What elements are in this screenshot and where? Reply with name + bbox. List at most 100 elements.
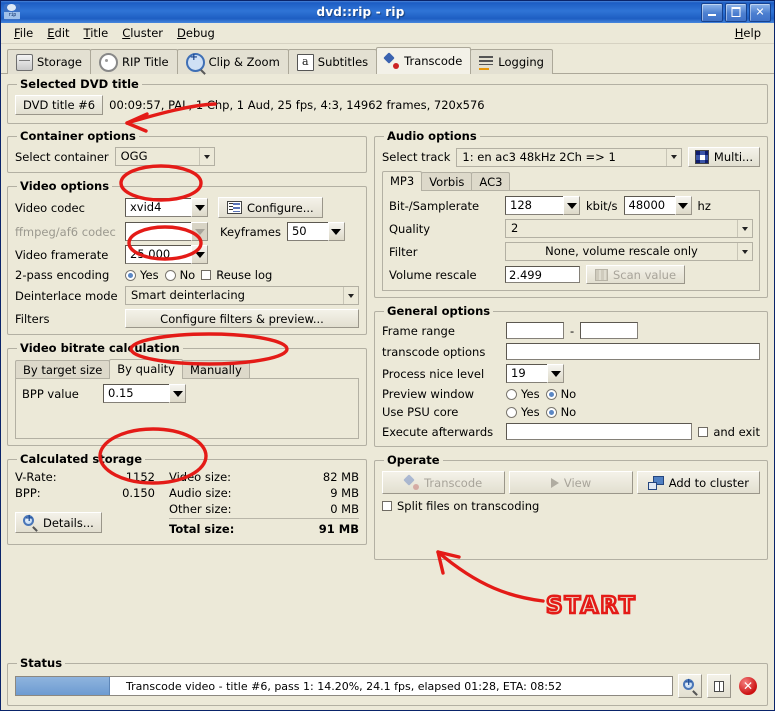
audio-filter-select[interactable]: None, volume rescale only <box>505 242 753 261</box>
radio-icon <box>545 406 557 418</box>
frame-range-separator: - <box>570 323 575 338</box>
configure-filters-button[interactable]: Configure filters & preview... <box>125 309 359 328</box>
tab-mp3[interactable]: MP3 <box>382 171 423 191</box>
transcode-button[interactable]: Transcode <box>382 471 506 494</box>
frame-range-from-input[interactable] <box>506 322 564 339</box>
audio-track-select[interactable]: 1: en ac3 48kHz 2Ch => 1 <box>456 147 682 167</box>
status-pause-button[interactable] <box>707 674 731 698</box>
and-exit-checkbox[interactable]: and exit <box>698 425 760 439</box>
menu-cluster[interactable]: Cluster <box>115 24 170 42</box>
container-select[interactable]: OGG <box>114 147 215 166</box>
tab-storage-label: Storage <box>37 55 82 69</box>
configure-codec-button[interactable]: Configure... <box>218 197 323 218</box>
transcode-icon <box>385 54 400 69</box>
transcode-options-input[interactable] <box>506 343 760 360</box>
play-icon <box>550 477 559 488</box>
menu-help[interactable]: Help <box>728 24 768 42</box>
nice-level-value: 19 <box>506 364 547 383</box>
chevron-down-icon <box>191 245 208 264</box>
chevron-down-icon <box>191 222 208 241</box>
execute-afterwards-input[interactable] <box>506 423 693 440</box>
menu-debug[interactable]: Debug <box>170 24 222 42</box>
menu-edit-rest: dit <box>54 26 70 40</box>
menu-edit[interactable]: Edit <box>40 24 76 42</box>
tab-by-target-size[interactable]: By target size <box>15 360 111 379</box>
tab-storage[interactable]: Storage <box>7 49 91 74</box>
logging-icon <box>479 55 494 70</box>
two-pass-no-radio[interactable]: No <box>164 268 195 282</box>
audio-filter-label: Filter <box>389 244 418 259</box>
general-options-legend: General options <box>387 304 491 318</box>
subtitles-icon: a <box>296 53 314 71</box>
video-bitrate-legend: Video bitrate calculation <box>20 341 180 355</box>
tab-logging[interactable]: Logging <box>470 49 553 74</box>
hz-label: hz <box>697 198 711 213</box>
add-to-cluster-button[interactable]: Add to cluster <box>636 471 760 494</box>
tab-transcode[interactable]: Transcode <box>376 47 472 74</box>
clip-zoom-icon <box>185 52 205 72</box>
calculated-storage-group: Calculated storage V-Rate: 1152 BPP: 0.1… <box>7 452 367 545</box>
video-codec-select[interactable]: xvid4 <box>125 198 208 217</box>
configure-icon <box>227 201 242 214</box>
audio-samplerate-select[interactable]: 48000 <box>623 196 692 215</box>
status-cancel-button[interactable]: ✕ <box>736 674 760 698</box>
volume-rescale-label: Volume rescale <box>389 267 477 282</box>
menu-file[interactable]: File <box>7 24 40 42</box>
preview-window-yes-radio[interactable]: Yes <box>506 387 540 401</box>
details-button[interactable]: + Details... <box>15 512 102 533</box>
status-zoom-button[interactable]: + <box>678 674 702 698</box>
title-bar: rip dvd::rip - rip <box>1 1 774 23</box>
tab-vorbis[interactable]: Vorbis <box>421 172 473 191</box>
tab-logging-label: Logging <box>498 55 544 69</box>
chevron-down-icon <box>343 287 358 304</box>
deinterlace-mode-select[interactable]: Smart deinterlacing <box>125 286 359 305</box>
transcode-progress-bar: Transcode video - title #6, pass 1: 14.2… <box>15 676 673 696</box>
radio-icon <box>164 269 176 281</box>
radio-icon <box>506 406 517 418</box>
menu-title[interactable]: Title <box>77 24 116 42</box>
dvd-title-button[interactable]: DVD title #6 <box>15 95 104 115</box>
dvdrip-app-icon: rip <box>4 4 20 20</box>
radio-icon <box>125 269 136 281</box>
keyframes-select[interactable]: 50 <box>286 222 345 241</box>
audio-quality-label: Quality <box>389 221 431 236</box>
menu-bar: File Edit Title Cluster Debug Help <box>1 23 774 44</box>
bpp-row: BPP: 0.150 <box>15 486 155 500</box>
nice-level-select[interactable]: 19 <box>506 364 564 383</box>
filters-label: Filters <box>15 311 50 326</box>
frame-range-to-input[interactable] <box>580 322 639 339</box>
tab-by-quality[interactable]: By quality <box>109 359 183 379</box>
preview-no-label: No <box>560 387 577 401</box>
bpp-value-select[interactable]: 0.15 <box>103 384 186 403</box>
video-framerate-select[interactable]: 25.000 <box>125 245 208 264</box>
tab-manually[interactable]: Manually <box>181 360 250 379</box>
deinterlace-mode-label: Deinterlace mode <box>15 288 118 303</box>
two-pass-yes-radio[interactable]: Yes <box>125 268 159 282</box>
tab-subtitles-label: Subtitles <box>317 55 369 69</box>
split-files-checkbox[interactable]: Split files on transcoding <box>382 499 539 513</box>
reuse-log-checkbox[interactable]: Reuse log <box>201 268 272 282</box>
minimize-button[interactable] <box>701 2 723 22</box>
container-select-value: OGG <box>120 149 148 163</box>
view-button[interactable]: View <box>509 471 633 494</box>
psu-core-no-radio[interactable]: No <box>545 405 576 419</box>
multi-audio-button[interactable]: Multi... <box>687 147 760 167</box>
video-size-row: Video size: 82 MB <box>169 470 359 484</box>
chevron-down-icon <box>563 196 580 215</box>
audio-bitrate-select[interactable]: 128 <box>505 196 580 215</box>
calculated-storage-legend: Calculated storage <box>20 452 143 466</box>
psu-core-yes-radio[interactable]: Yes <box>506 405 540 419</box>
tab-subtitles[interactable]: a Subtitles <box>287 49 378 74</box>
close-button[interactable] <box>749 2 771 22</box>
preview-window-no-radio[interactable]: No <box>545 387 577 401</box>
maximize-button[interactable] <box>725 2 747 22</box>
scan-value-button[interactable]: Scan value <box>586 265 686 284</box>
audio-quality-value: 2 <box>511 221 519 235</box>
tab-ac3[interactable]: AC3 <box>471 172 511 191</box>
volume-rescale-input[interactable]: 2.499 <box>505 266 580 283</box>
audio-quality-select[interactable]: 2 <box>505 219 753 238</box>
tab-clip-zoom[interactable]: Clip & Zoom <box>176 49 289 74</box>
ffmpeg-codec-select[interactable] <box>125 222 208 241</box>
general-options-group: General options Frame range - transcode … <box>374 304 768 447</box>
tab-rip-title[interactable]: RIP Title <box>90 49 178 74</box>
